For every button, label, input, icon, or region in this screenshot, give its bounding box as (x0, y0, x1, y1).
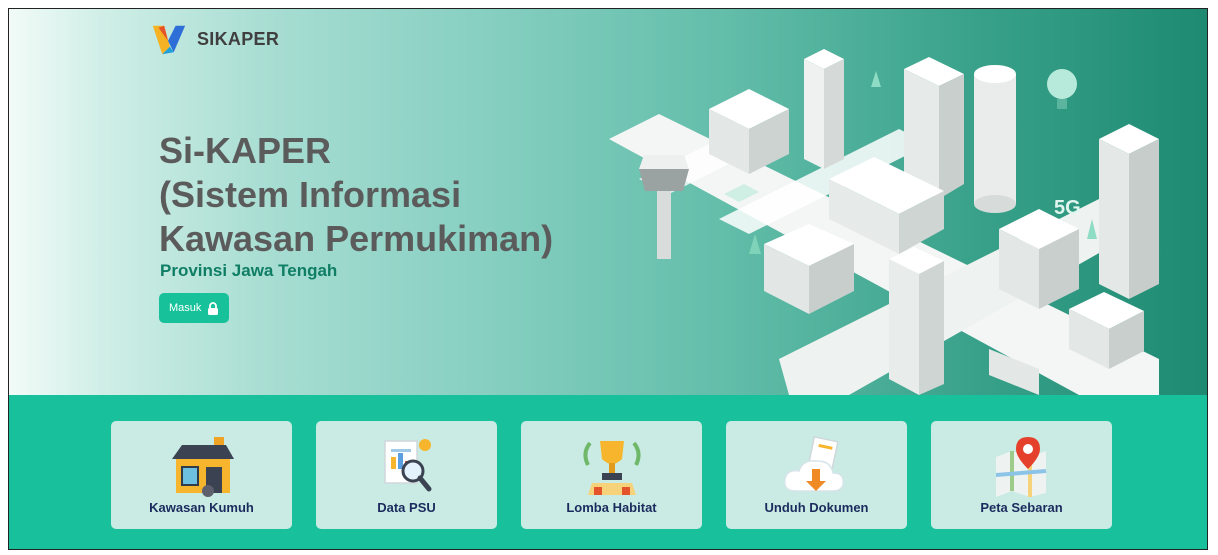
street-sign-5g: 5G (1054, 197, 1081, 219)
isometric-city-illustration: 5G (609, 49, 1159, 395)
trophy-icon (582, 441, 641, 495)
title-line-3: Kawasan Permukiman) (159, 218, 554, 259)
menu-card-label: Unduh Dokumen (764, 500, 869, 515)
menu-card-kawasan-kumuh[interactable]: Kawasan Kumuh (111, 421, 292, 529)
title-line-2: (Sistem Informasi (159, 174, 462, 215)
house-icon (171, 437, 234, 497)
sikaper-logo-icon (152, 25, 186, 55)
menu-card-lomba-habitat[interactable]: Lomba Habitat (521, 421, 702, 529)
hero-banner: SIKAPER Si-KAPER (Sistem Informasi Kawas… (9, 9, 1207, 395)
menu-card-label: Data PSU (377, 500, 436, 515)
map-pin-icon (995, 437, 1046, 497)
login-button[interactable]: Masuk (159, 293, 230, 323)
login-label: Masuk (169, 302, 202, 314)
title-line-1: Si-KAPER (159, 130, 332, 171)
page-title: Si-KAPER (Sistem Informasi Kawasan Permu… (159, 129, 553, 261)
feature-menu: Kawasan Kumuh Data PSU Lomba Habitat Und… (9, 395, 1207, 549)
lock-icon (208, 301, 219, 315)
page-frame: SIKAPER Si-KAPER (Sistem Informasi Kawas… (8, 8, 1208, 550)
cloud-download-icon (783, 435, 844, 492)
menu-card-label: Kawasan Kumuh (149, 500, 254, 515)
menu-card-peta-sebaran[interactable]: Peta Sebaran (931, 421, 1112, 529)
page-subtitle: Provinsi Jawa Tengah (160, 261, 338, 280)
brand-name: SIKAPER (197, 28, 280, 49)
menu-card-label: Lomba Habitat (566, 500, 657, 515)
menu-card-data-psu[interactable]: Data PSU (316, 421, 497, 529)
menu-card-unduh-dokumen[interactable]: Unduh Dokumen (726, 421, 907, 529)
document-search-icon (383, 439, 431, 492)
menu-card-label: Peta Sebaran (980, 500, 1063, 515)
brand[interactable]: SIKAPER (149, 20, 279, 58)
